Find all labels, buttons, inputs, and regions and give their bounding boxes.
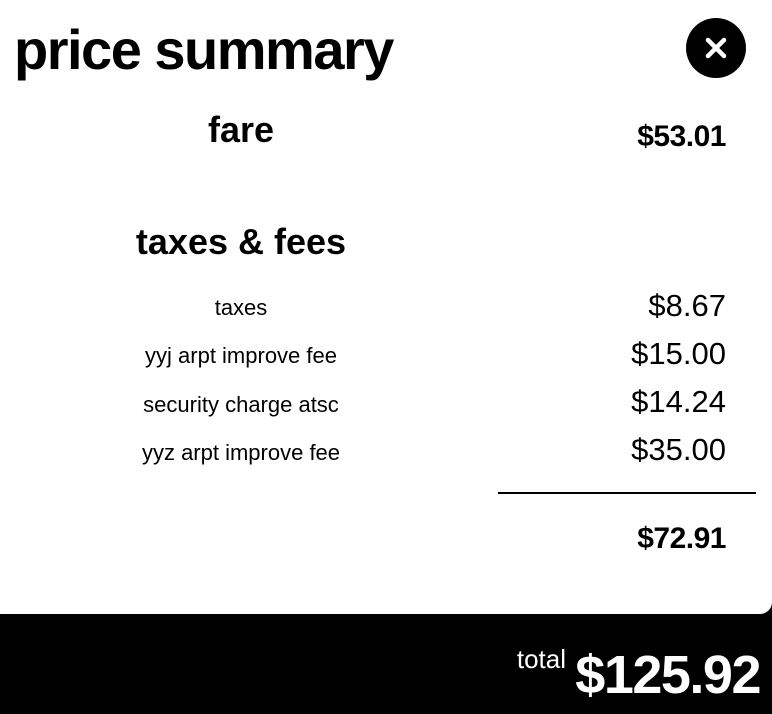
- close-button[interactable]: [686, 18, 746, 78]
- tax-item-amount: $35.00: [631, 432, 726, 467]
- tax-item-label: yyj arpt improve fee: [145, 343, 337, 368]
- tax-item-amount: $8.67: [648, 288, 726, 323]
- tax-item-amount: $15.00: [631, 336, 726, 371]
- total-label: total: [516, 644, 566, 674]
- page-title: price summary: [14, 18, 394, 81]
- tax-item-label: security charge atsc: [143, 392, 339, 417]
- close-icon: [705, 37, 727, 59]
- total-footer: total $125.92: [0, 614, 772, 714]
- fare-label: fare: [207, 109, 275, 150]
- fare-amount: $53.01: [637, 120, 726, 153]
- tax-item-label: taxes: [214, 295, 268, 320]
- subtotal-divider: [498, 492, 756, 494]
- price-summary-panel: price summary fare $53.01 taxes & fees t…: [0, 0, 772, 614]
- taxes-fees-heading: taxes & fees: [135, 221, 347, 262]
- total-amount: $125.92: [575, 645, 761, 705]
- tax-item-label: yyz arpt improve fee: [141, 440, 341, 465]
- taxes-fees-subtotal: $72.91: [637, 522, 726, 555]
- tax-item-amount: $14.24: [631, 384, 726, 419]
